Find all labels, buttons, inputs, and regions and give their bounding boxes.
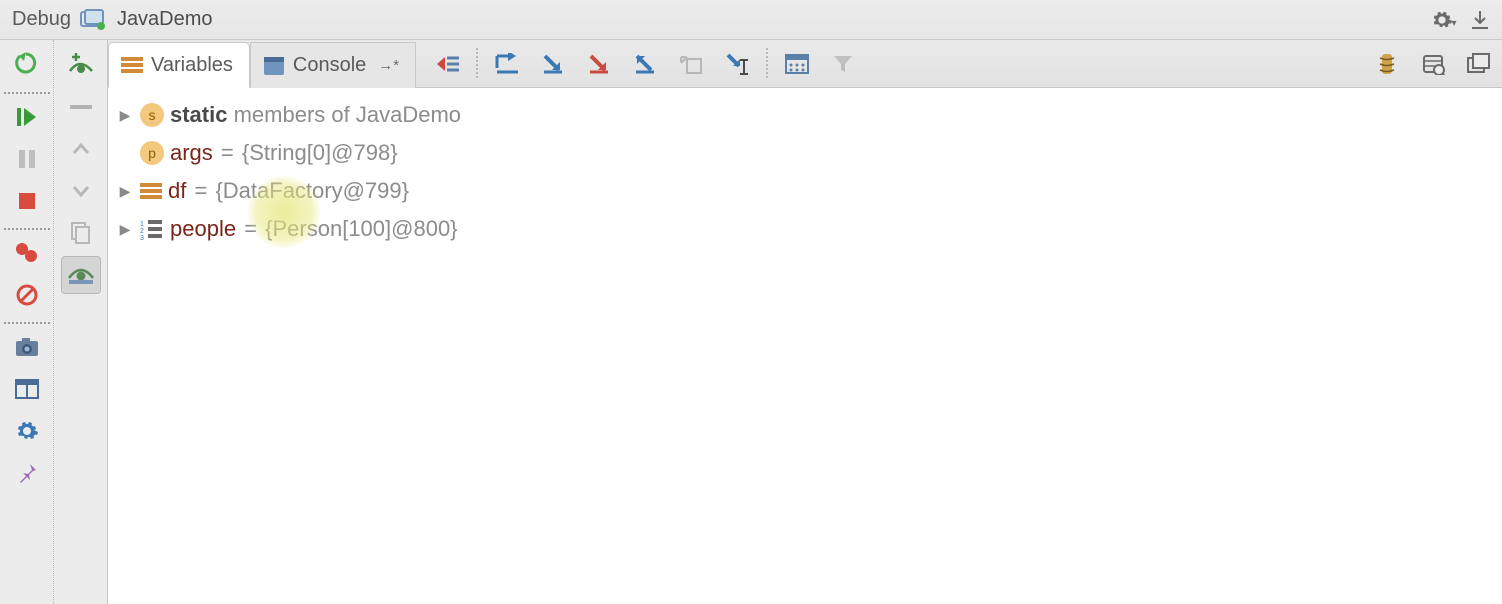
stop-button[interactable] (7, 182, 47, 220)
remove-watch-button[interactable] (61, 88, 101, 126)
variable-value: {DataFactory@799} (215, 178, 409, 203)
run-to-cursor-button[interactable] (714, 45, 760, 83)
view-breakpoints-button[interactable] (7, 234, 47, 272)
tab-console-label: Console (293, 54, 366, 77)
step-over-icon (494, 53, 520, 75)
force-step-into-icon (588, 53, 610, 75)
object-badge-icon (140, 182, 162, 200)
variable-row-static[interactable]: ▶ s static members of JavaDemo (112, 96, 1502, 134)
step-out-button[interactable] (622, 45, 668, 83)
new-watch-button[interactable] (61, 46, 101, 84)
mute-icon (15, 283, 39, 307)
param-badge-icon: p (140, 141, 164, 165)
tab-variables[interactable]: Variables (108, 42, 250, 88)
variable-name: people (170, 216, 236, 241)
minus-icon (70, 104, 92, 110)
step-over-button[interactable] (484, 45, 530, 83)
hide-panel-button[interactable] (1466, 6, 1494, 34)
duplicate-watch-button[interactable] (61, 214, 101, 252)
console-icon (263, 56, 285, 76)
step-into-icon (542, 53, 564, 75)
array-badge-icon: 1 2 3 (140, 218, 164, 240)
debug-tabbar: Variables Console →* (108, 40, 1502, 88)
run-config-name[interactable]: JavaDemo (117, 8, 213, 31)
svg-text:3: 3 (140, 235, 144, 240)
show-watches-button[interactable] (61, 256, 101, 294)
thread-icon (1376, 52, 1398, 76)
memory-icon (1421, 53, 1445, 75)
stepping-toolbar (416, 41, 1502, 87)
memory-view-button[interactable] (1410, 45, 1456, 83)
settings-button[interactable]: ▾ (1430, 6, 1458, 34)
rerun-icon (14, 52, 40, 78)
threads-button[interactable] (1364, 45, 1410, 83)
rerun-button[interactable] (7, 46, 47, 84)
debug-action-gutter (0, 40, 54, 604)
dropdown-caret-icon: ▾ (1451, 18, 1456, 29)
expand-toggle[interactable]: ▶ (116, 221, 134, 238)
step-out-icon (634, 53, 656, 75)
get-thread-dump-button[interactable] (7, 328, 47, 366)
svg-text:1: 1 (140, 221, 144, 228)
variable-row-people[interactable]: ▶ 1 2 3 people = {Person[100]@800} (112, 210, 1502, 248)
gear-icon (1431, 9, 1453, 31)
layout-icon (15, 379, 39, 399)
variable-row-df[interactable]: ▶ df = {DataFactory@799} (112, 172, 1502, 210)
move-up-button[interactable] (61, 130, 101, 168)
exec-point-icon (435, 54, 459, 74)
breakpoints-icon (14, 242, 40, 264)
chevron-down-icon (72, 184, 90, 198)
calculator-icon (785, 54, 809, 74)
run-to-cursor-icon (725, 52, 749, 76)
variable-name: args (170, 140, 213, 165)
step-into-button[interactable] (530, 45, 576, 83)
settings-gutter-button[interactable] (7, 412, 47, 450)
variables-icon (121, 56, 143, 74)
svg-text:2: 2 (140, 228, 144, 235)
tab-console[interactable]: Console →* (250, 42, 416, 88)
static-badge-icon: s (140, 103, 164, 127)
drop-frame-button (668, 45, 714, 83)
variable-value: {String[0]@798} (242, 140, 398, 165)
variable-value: {Person[100]@800} (265, 216, 457, 241)
variables-tree[interactable]: ▶ s static members of JavaDemo ▶ p args … (108, 88, 1502, 604)
evaluate-expression-button[interactable] (774, 45, 820, 83)
force-step-into-button[interactable] (576, 45, 622, 83)
variables-gutter (54, 40, 108, 604)
tab-pin-indicator-icon: →* (378, 57, 399, 74)
chevron-up-icon (72, 142, 90, 156)
expand-toggle[interactable]: ▶ (116, 107, 134, 124)
expand-toggle[interactable]: ▶ (116, 183, 134, 200)
static-keyword: static (170, 102, 227, 127)
variable-row-args[interactable]: ▶ p args = {String[0]@798} (112, 134, 1502, 172)
restore-frames-button[interactable] (1456, 45, 1502, 83)
hide-icon (1470, 9, 1490, 31)
run-config-icon (79, 9, 105, 31)
watches-icon (67, 264, 95, 286)
stop-icon (17, 191, 37, 211)
pause-icon (17, 148, 37, 170)
add-watch-icon (68, 53, 94, 77)
debug-panel-header: Debug JavaDemo ▾ (0, 0, 1502, 40)
move-down-button[interactable] (61, 172, 101, 210)
pause-button[interactable] (7, 140, 47, 178)
mute-breakpoints-button[interactable] (7, 276, 47, 314)
frames-icon (1467, 53, 1491, 75)
camera-icon (14, 336, 40, 358)
static-members-text: members of JavaDemo (227, 102, 461, 127)
gear-icon (15, 419, 39, 443)
panel-title: Debug (12, 8, 71, 31)
resume-icon (16, 106, 38, 128)
pin-icon (16, 462, 38, 484)
tab-variables-label: Variables (151, 54, 233, 77)
drop-frame-icon (679, 53, 703, 75)
variable-name: df (168, 178, 186, 203)
funnel-icon (832, 54, 854, 74)
filter-button[interactable] (820, 45, 866, 83)
show-execution-point-button[interactable] (424, 45, 470, 83)
resume-button[interactable] (7, 98, 47, 136)
restore-layout-button[interactable] (7, 370, 47, 408)
pin-tab-button[interactable] (7, 454, 47, 492)
copy-icon (70, 221, 92, 245)
